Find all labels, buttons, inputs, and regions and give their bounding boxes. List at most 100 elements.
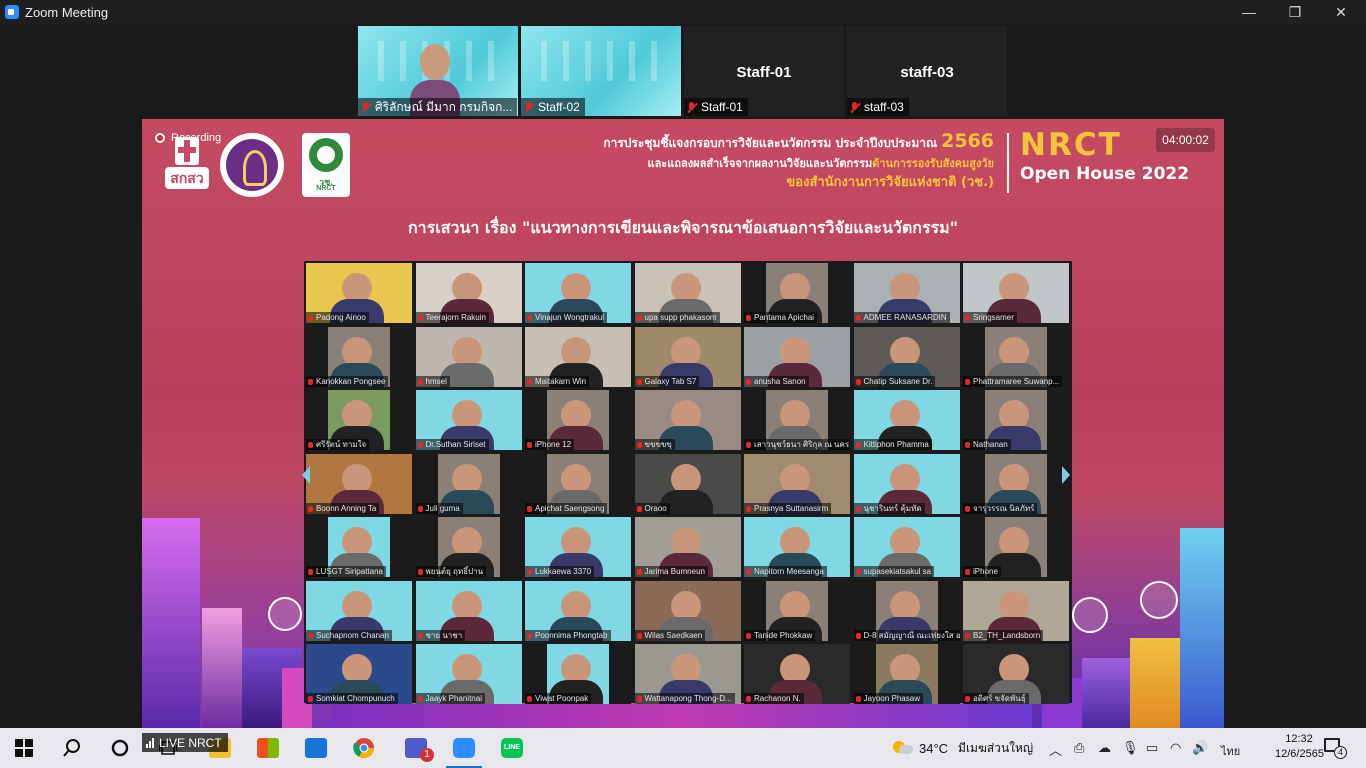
gallery-tile[interactable]: Poonnima Phongtab bbox=[525, 580, 631, 641]
gallery-tile[interactable]: จารุวรรณ นิลภัทร์ bbox=[963, 453, 1069, 514]
gallery-tile[interactable]: Kittiphon Phamma bbox=[853, 390, 960, 450]
participant-thumbnail-4[interactable]: staff-03 staff-03 bbox=[847, 26, 1007, 116]
zoom-button[interactable] bbox=[440, 728, 488, 768]
gallery-tile[interactable]: iPhone 12 bbox=[525, 390, 631, 450]
gallery-tile[interactable]: ADMEE RANASARDIN bbox=[853, 263, 960, 323]
gallery-tile[interactable]: supasekiatsakul sa bbox=[853, 517, 960, 577]
gallery-tile[interactable]: นุชารินทร์ คุ้มทัด bbox=[853, 453, 960, 514]
gallery-tile[interactable]: Wattanapong Thong-D... bbox=[634, 644, 741, 704]
onedrive-icon[interactable]: ☁ bbox=[1098, 740, 1111, 756]
participant-thumbnail-3[interactable]: Staff-01 Staff-01 bbox=[684, 26, 844, 116]
gallery-tile[interactable]: Galaxy Tab S7 bbox=[634, 326, 741, 387]
gallery-tile-name: Phattramaree Suwanp... bbox=[963, 375, 1063, 387]
clock[interactable]: 12:32 12/6/2565 bbox=[1275, 732, 1324, 762]
gallery-tile[interactable]: LUSGT Siripattana bbox=[306, 517, 412, 577]
gallery-tile[interactable]: Juli guma bbox=[415, 453, 522, 514]
teams-button[interactable]: 1 bbox=[392, 728, 440, 768]
gallery-tile[interactable]: Kanokkan Pongsee bbox=[306, 326, 412, 387]
mail-icon bbox=[305, 738, 327, 758]
close-button[interactable]: ✕ bbox=[1318, 0, 1364, 24]
gallery-tile-name: Dr.Suthan Siriset bbox=[415, 439, 489, 450]
gallery-tile[interactable]: Pantama Apichai bbox=[744, 263, 850, 323]
gallery-tile[interactable]: hmsel bbox=[415, 326, 522, 387]
gallery-tile[interactable]: Padong Ainoo bbox=[306, 263, 412, 323]
start-button[interactable] bbox=[0, 728, 48, 768]
building-graphic bbox=[202, 608, 242, 728]
store-button[interactable] bbox=[244, 728, 292, 768]
gallery-tile-name: ADMEE RANASARDIN bbox=[853, 312, 950, 323]
weather-widget[interactable]: 34°C มีเมฆส่วนใหญ่ bbox=[893, 728, 1033, 768]
line-button[interactable]: LINE bbox=[488, 728, 536, 768]
gallery-tile[interactable]: เสาวนุชว์ธนา ศิริกุล ณ นคร bbox=[744, 390, 850, 450]
mail-button[interactable] bbox=[292, 728, 340, 768]
meet-now-icon[interactable]: ⎙ bbox=[1074, 740, 1084, 756]
chrome-button[interactable] bbox=[340, 728, 388, 768]
participant-name: Staff-01 bbox=[701, 100, 743, 114]
mic-muted-icon bbox=[850, 101, 859, 113]
gallery-tile[interactable]: Viwat Poonpak bbox=[525, 644, 631, 704]
participant-thumbnail-1[interactable]: ศิริลักษณ์ มีมาก กรมกิจก... bbox=[358, 26, 518, 116]
gallery-tile[interactable]: Jaayk Phanitnai bbox=[415, 644, 522, 704]
gallery-tile[interactable]: Oraoo bbox=[634, 453, 741, 514]
city-strip-graphic bbox=[332, 704, 1032, 728]
gallery-tile[interactable]: Nathanan bbox=[963, 390, 1069, 450]
gallery-tile[interactable]: upa supp phakasom bbox=[634, 263, 741, 323]
volume-icon[interactable]: 🔊 bbox=[1192, 740, 1208, 756]
gallery-tile-name: Padong Ainoo bbox=[306, 312, 369, 323]
gallery-tile[interactable]: Apichat Saengsong bbox=[525, 453, 631, 514]
battery-icon[interactable]: ▭ bbox=[1146, 740, 1158, 756]
gallery-tile[interactable]: anusha Sanon bbox=[744, 326, 850, 387]
gallery-tile[interactable]: Suchapnom Chanan bbox=[306, 580, 412, 641]
gallery-tile[interactable]: Tanide Phokkaw bbox=[744, 580, 850, 641]
gallery-tile[interactable]: อดิศร์ ขจัดพันธุ์ bbox=[963, 644, 1069, 704]
gallery-tile[interactable]: Vinajun Wongtrakul bbox=[525, 263, 631, 323]
minimize-button[interactable]: — bbox=[1226, 0, 1272, 24]
gallery-next-arrow-icon[interactable] bbox=[1062, 466, 1070, 484]
mic-muted-icon bbox=[524, 101, 533, 113]
search-button[interactable] bbox=[48, 728, 96, 768]
gallery-tile[interactable]: Wilas Saedkaen bbox=[634, 580, 741, 641]
tsri-logo: สกสว bbox=[165, 137, 209, 189]
gallery-tile[interactable]: ศรีรัตน์ ทามใจ bbox=[306, 390, 412, 450]
restore-button[interactable]: ❐ bbox=[1272, 0, 1318, 24]
gallery-tile-name: นุชารินทร์ คุ้มทัด bbox=[853, 502, 925, 514]
gallery-tile-name: Maitakarn Win bbox=[525, 375, 590, 387]
gallery-tile[interactable]: Maitakarn Win bbox=[525, 326, 631, 387]
language-indicator[interactable]: ไทย bbox=[1221, 742, 1240, 760]
gallery-tile[interactable]: Phattramaree Suwanp... bbox=[963, 326, 1069, 387]
gallery-prev-arrow-icon[interactable] bbox=[302, 466, 310, 484]
gallery-tile[interactable]: Chatip Suksane Dr. bbox=[853, 326, 960, 387]
gallery-tile[interactable]: iPhone bbox=[963, 517, 1069, 577]
gallery-tile-name: Apichat Saengsong bbox=[525, 502, 608, 514]
gallery-tile-name: supasekiatsakul sa bbox=[853, 566, 935, 577]
gallery-tile[interactable]: D-8 สมัญญาณี ณะเท่ยงใส อ. bbox=[853, 580, 960, 641]
gallery-tile[interactable]: B2_TH_Landsborn bbox=[963, 580, 1069, 641]
signal-icon bbox=[146, 737, 155, 748]
gallery-tile[interactable]: Jarima Bumneun bbox=[634, 517, 741, 577]
gallery-tile[interactable]: Prasnya Suttanasirm bbox=[744, 453, 850, 514]
chevron-up-icon[interactable]: ︿ bbox=[1049, 740, 1062, 759]
participant-name: Staff-02 bbox=[538, 100, 580, 114]
gallery-tile[interactable]: ชาย นาชา bbox=[415, 580, 522, 641]
participant-thumbnail-2[interactable]: Staff-02 bbox=[521, 26, 681, 116]
gallery-tile[interactable]: Rachanon N. bbox=[744, 644, 850, 704]
gallery-tile-name: Tanide Phokkaw bbox=[744, 629, 816, 641]
gallery-tile-name: Teerajorn Rakuin bbox=[415, 312, 489, 323]
wifi-icon[interactable]: ◠ bbox=[1170, 740, 1181, 756]
notifications-button[interactable]: 4 bbox=[1324, 738, 1347, 759]
participant-display-name: Staff-01 bbox=[736, 64, 792, 81]
microphone-icon[interactable]: 🎙 bbox=[1122, 740, 1139, 756]
gallery-tile[interactable]: Napitorn Meesanga bbox=[744, 517, 850, 577]
event-headline: การประชุมชี้แจงกรอบการวิจัยและนวัตกรรม ป… bbox=[603, 130, 994, 190]
gallery-tile[interactable]: Dr.Suthan Siriset bbox=[415, 390, 522, 450]
gallery-tile[interactable]: Lukkaewa 3370 bbox=[525, 517, 631, 577]
temperature: 34°C bbox=[919, 740, 949, 756]
cortana-button[interactable] bbox=[96, 728, 144, 768]
gallery-tile[interactable]: Teerajorn Rakuin bbox=[415, 263, 522, 323]
gallery-tile[interactable]: Jayoon Phasaw bbox=[853, 644, 960, 704]
gallery-tile[interactable]: Boonn Anning Ta bbox=[306, 453, 412, 514]
gallery-tile[interactable]: ขขขขขุ bbox=[634, 390, 741, 450]
gallery-tile[interactable]: Sringsamer bbox=[963, 263, 1069, 323]
gallery-tile[interactable]: Somkiat Chompunuch bbox=[306, 644, 412, 704]
gallery-tile[interactable]: พยนต์ยุ ฤทธิ์ปาน bbox=[415, 517, 522, 577]
